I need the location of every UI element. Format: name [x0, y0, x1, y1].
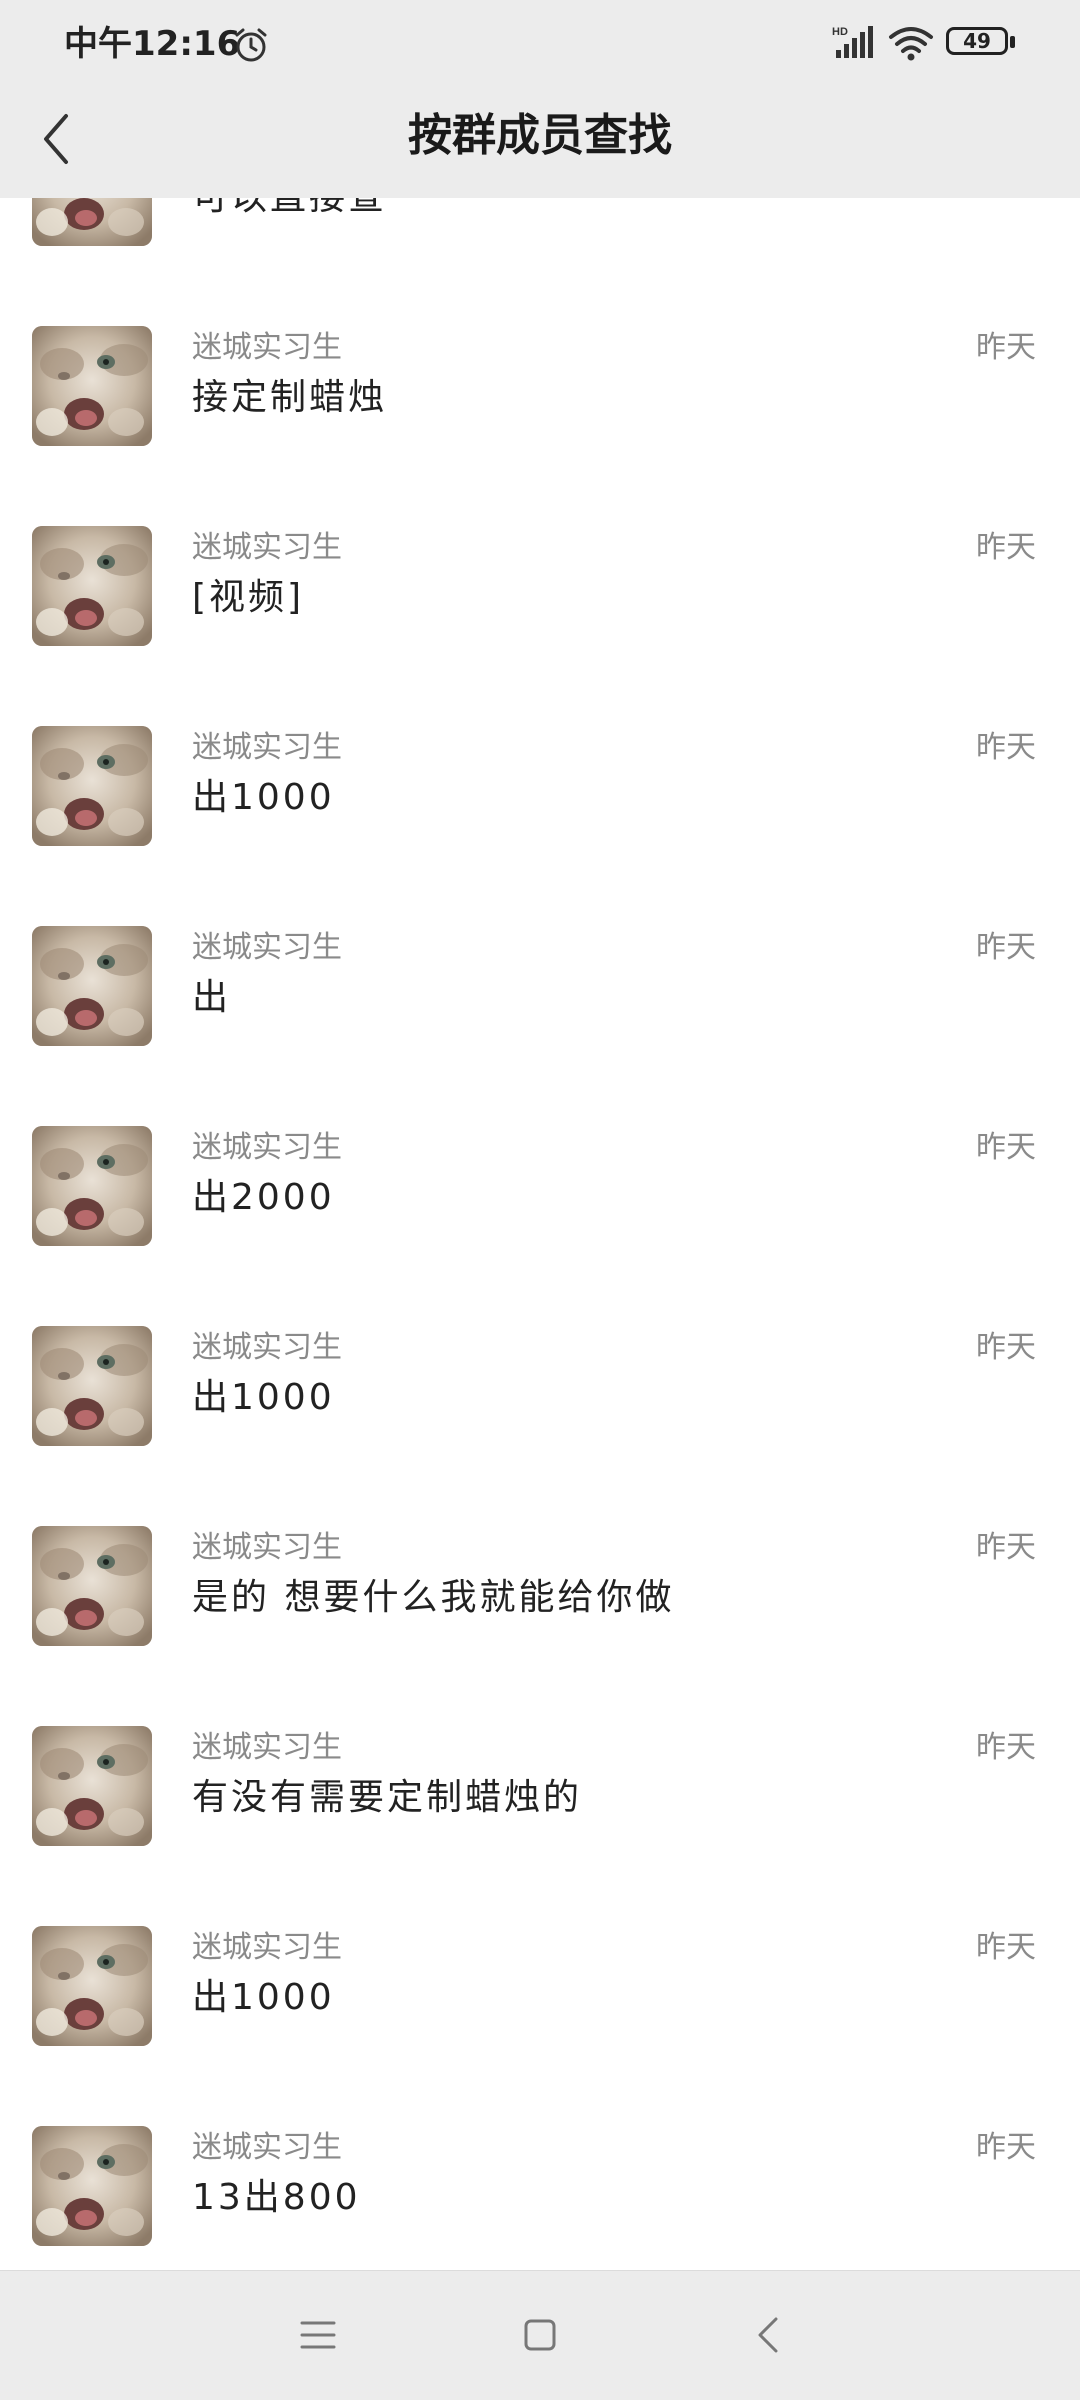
avatar[interactable]	[32, 2126, 152, 2246]
header: 按群成员查找	[0, 90, 1080, 198]
message-text: 出1000	[192, 777, 335, 818]
message-text: 出1000	[192, 1377, 335, 1418]
battery-level: 49	[946, 27, 1008, 55]
sender-name: 迷城实习生	[192, 730, 342, 765]
message-text: 出	[192, 977, 232, 1018]
wifi-icon	[888, 24, 934, 62]
avatar[interactable]	[32, 1926, 152, 2046]
cell-signal-icon: HD	[832, 24, 876, 62]
list-item[interactable]: 迷城实习生 出1000 昨天	[0, 1326, 1080, 1526]
battery-cap	[1010, 36, 1015, 48]
message-time: 昨天	[976, 330, 1036, 365]
avatar[interactable]	[32, 726, 152, 846]
avatar[interactable]	[32, 326, 152, 446]
message-text: 出2000	[192, 1177, 335, 1218]
status-time: 中午12:16	[64, 24, 241, 64]
message-time: 昨天	[976, 530, 1036, 565]
message-time: 昨天	[976, 1130, 1036, 1165]
avatar[interactable]	[32, 926, 152, 1046]
system-nav-bar	[0, 2270, 1080, 2400]
message-text: [视频]	[192, 577, 305, 618]
message-time: 昨天	[976, 930, 1036, 965]
list-item[interactable]: 迷城实习生 出 昨天	[0, 926, 1080, 1126]
alarm-clock-icon	[232, 26, 270, 64]
list-item[interactable]: 迷城实习生 出2000 昨天	[0, 1126, 1080, 1326]
sender-name: 迷城实习生	[192, 1930, 342, 1965]
status-bar: 中午12:16 HD 49	[0, 0, 1080, 90]
message-text: 接定制蜡烛	[192, 377, 388, 418]
message-list[interactable]: 迷城实习生 可以直接查 迷城实习生 接定制蜡烛 昨天	[0, 126, 1080, 2326]
list-item[interactable]: 迷城实习生 [视频] 昨天	[0, 526, 1080, 726]
message-time: 昨天	[976, 1530, 1036, 1565]
sender-name: 迷城实习生	[192, 1330, 342, 1365]
avatar[interactable]	[32, 526, 152, 646]
home-square-icon[interactable]	[518, 2313, 562, 2357]
battery-indicator: 49	[946, 27, 1016, 59]
list-item[interactable]: 迷城实习生 是的 想要什么我就能给你做 昨天	[0, 1526, 1080, 1726]
sender-name: 迷城实习生	[192, 1130, 342, 1165]
message-text: 出1000	[192, 1977, 335, 2018]
nav-back-icon[interactable]	[748, 2311, 788, 2359]
network-type-label: HD	[832, 26, 848, 38]
screen: 迷城实习生 可以直接查 迷城实习生 接定制蜡烛 昨天	[0, 0, 1080, 2400]
message-time: 昨天	[976, 1730, 1036, 1765]
message-time: 昨天	[976, 1930, 1036, 1965]
page-title: 按群成员查找	[408, 110, 672, 161]
list-item[interactable]: 迷城实习生 出1000 昨天	[0, 1926, 1080, 2126]
message-time: 昨天	[976, 730, 1036, 765]
chevron-left-icon	[44, 114, 68, 164]
menu-icon[interactable]	[296, 2315, 340, 2355]
message-text: 有没有需要定制蜡烛的	[192, 1777, 583, 1818]
sender-name: 迷城实习生	[192, 1730, 342, 1765]
message-time: 昨天	[976, 1330, 1036, 1365]
list-item[interactable]: 迷城实习生 出1000 昨天	[0, 726, 1080, 926]
list-item[interactable]: 迷城实习生 接定制蜡烛 昨天	[0, 326, 1080, 526]
message-time: 昨天	[976, 2130, 1036, 2165]
avatar[interactable]	[32, 1126, 152, 1246]
message-text: 13出800	[192, 2177, 361, 2218]
avatar[interactable]	[32, 1526, 152, 1646]
top-bar: 中午12:16 HD 49 按群成员查找	[0, 0, 1080, 198]
list-item[interactable]: 迷城实习生 有没有需要定制蜡烛的 昨天	[0, 1726, 1080, 1926]
sender-name: 迷城实习生	[192, 1530, 342, 1565]
sender-name: 迷城实习生	[192, 330, 342, 365]
avatar[interactable]	[32, 1326, 152, 1446]
sender-name: 迷城实习生	[192, 530, 342, 565]
back-button[interactable]	[26, 104, 86, 174]
sender-name: 迷城实习生	[192, 2130, 342, 2165]
message-text: 是的 想要什么我就能给你做	[192, 1577, 675, 1618]
sender-name: 迷城实习生	[192, 930, 342, 965]
avatar[interactable]	[32, 1726, 152, 1846]
